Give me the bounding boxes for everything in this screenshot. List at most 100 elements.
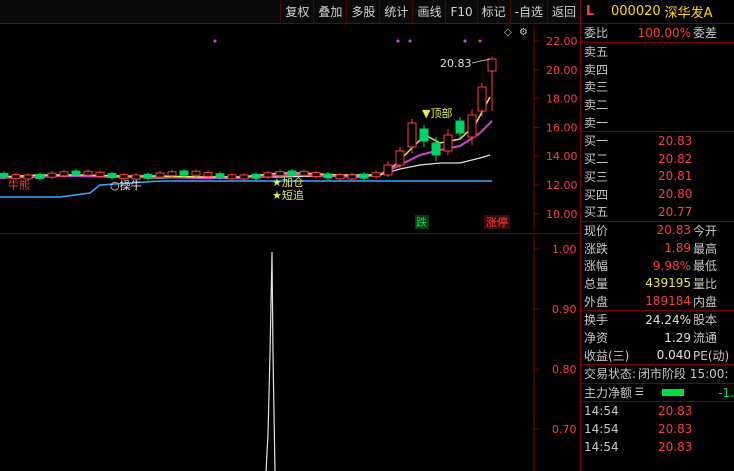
stock-header: L 000020 深华发A (581, 0, 734, 24)
buy-level-price: 20.82 (658, 151, 693, 166)
buy-level-label: 买五 (584, 205, 609, 220)
indicator-spike (265, 251, 276, 471)
toolbar-button[interactable]: -自选 (509, 0, 547, 23)
stock-flag: L (585, 4, 595, 19)
quote-row: 外盘 189184 内盘 (581, 292, 734, 310)
candle-body (395, 150, 405, 166)
sell-level-label: 卖二 (584, 98, 609, 113)
sell-level-row[interactable]: 卖三 (581, 78, 734, 96)
candle-body (35, 173, 45, 179)
quote-label-right: 今开 (693, 223, 718, 238)
sell-level-label: 卖一 (584, 115, 609, 130)
buy-level-row[interactable]: 买五 20.77 (581, 203, 734, 221)
candle-body (143, 173, 153, 179)
toolbar-button[interactable]: 多股 (346, 0, 379, 23)
quote-stats: 现价 20.83 今开 涨跌 1.89 最高 涨幅 9.98% 最低 总量 43919… (581, 222, 734, 310)
trade-status-value: 闭市阶段 15:00: (638, 367, 729, 382)
candle-body (467, 114, 477, 138)
fund-bar (661, 389, 684, 397)
buy-level-row[interactable]: 买二 20.82 (581, 150, 734, 168)
quote-value: 9.98% (652, 258, 691, 273)
quote-label-right: 量比 (693, 276, 718, 291)
order-ratio-row: 委比 100.00% 委差 (581, 24, 734, 42)
stat-value: 1.29 (664, 330, 691, 345)
buy-level-row[interactable]: 买三 20.81 (581, 168, 734, 186)
stat-value: 0.040 (656, 348, 691, 363)
toolbar-button[interactable]: 画线 (412, 0, 445, 23)
diamond-icon[interactable]: ◇ (504, 27, 512, 38)
indicator-tick-label: 0.90 (552, 303, 577, 316)
stat-label: 净资 (584, 331, 609, 346)
tick-time: 14:54 (584, 404, 619, 419)
stat-label: 换手 (584, 313, 609, 328)
quote-label: 涨跌 (584, 241, 609, 256)
quote-value: 20.83 (656, 223, 691, 238)
buy-level-label: 买一 (584, 134, 609, 149)
stat-label: 收益(三) (584, 348, 630, 363)
ratio-diff-label: 委差 (693, 26, 718, 41)
candle-body (347, 174, 357, 180)
buy-level-price: 20.81 (658, 169, 693, 184)
candle-body (419, 128, 429, 142)
quote-label-right: 最高 (693, 241, 718, 256)
indicator-chart-svg: 1.00 0.90 0.80 0.70 (265, 234, 577, 471)
settings-icon[interactable]: ⚙ (519, 27, 528, 38)
candle-body (95, 171, 105, 177)
quote-label: 外盘 (584, 294, 609, 309)
candle-body (383, 164, 393, 176)
stat-label-right: 股本 (693, 313, 718, 328)
sell-level-row[interactable]: 卖四 (581, 60, 734, 78)
stat-row: 收益(三) 0.040 PE(动) (581, 346, 734, 364)
indicator-axis: 1.00 0.90 0.80 0.70 (534, 243, 577, 436)
candle-body (311, 171, 321, 177)
candle-body (431, 142, 441, 156)
candle-body (371, 172, 381, 178)
toolbar-button[interactable]: 叠加 (313, 0, 346, 23)
quote-label: 总量 (584, 276, 609, 291)
candle-body (407, 122, 417, 148)
toolbar-button[interactable]: 返回 (546, 0, 580, 23)
quote-value: 439195 (645, 276, 691, 291)
candle-body (83, 170, 93, 176)
tick-time: 14:54 (584, 421, 619, 436)
candle-body (167, 171, 177, 177)
candle-body (299, 170, 309, 176)
price-tick-label: 12.00 (546, 179, 578, 192)
toolbar-button[interactable]: 标记 (476, 0, 510, 23)
quote-row: 现价 20.83 今开 (581, 222, 734, 240)
candle-body (59, 171, 69, 177)
indicator-chart[interactable]: 1.00 0.90 0.80 0.70 (0, 233, 580, 471)
price-tick-label: 14.00 (546, 150, 578, 163)
quote-row: 总量 439195 量比 (581, 275, 734, 293)
sell-level-row[interactable]: 卖五 (581, 43, 734, 61)
quote-row: 涨跌 1.89 最高 (581, 239, 734, 257)
ratio-value: 100.00% (637, 25, 691, 40)
buy-level-price: 20.83 (658, 133, 693, 148)
quote-row: 涨幅 9.98% 最低 (581, 257, 734, 275)
stat-label-right: PE(动) (693, 348, 730, 363)
toolbar-button[interactable]: F10 (445, 0, 476, 23)
toolbar-button[interactable]: 统计 (379, 0, 412, 23)
candle-body (477, 86, 487, 112)
candle-body (191, 170, 201, 176)
ma-line-purple (0, 120, 493, 179)
stock-name[interactable]: 深华发A (665, 2, 713, 21)
bull-bear-label: 牛熊 (8, 178, 30, 192)
buy-levels: 买一 20.83 买二 20.82 买三 20.81 买四 20.80 买五 20.77 (581, 132, 734, 220)
price-tick-label: 18.00 (546, 93, 578, 106)
buy-level-row[interactable]: 买四 20.80 (581, 185, 734, 203)
buy-level-row[interactable]: 买一 20.83 (581, 132, 734, 150)
tick-price: 20.83 (658, 421, 693, 436)
fall-tag: 跌 (416, 215, 427, 229)
quote-value: 1.89 (664, 241, 691, 256)
candle-body (443, 134, 453, 152)
price-chart[interactable]: 20.83 ▼顶部 牛熊 ○操牛 ★加仓 ★短追 跌 涨停 22.00 20.00… (0, 25, 580, 231)
sell-levels: 卖五 卖四 卖三卖二卖一 (581, 43, 734, 131)
sell-level-row[interactable]: 卖一 (581, 113, 734, 131)
stock-code[interactable]: 000020 (611, 4, 661, 19)
main-fund-row: 主力净额 ☰ -1. (581, 384, 734, 402)
price-tick-label: 20.00 (546, 64, 578, 77)
list-icon[interactable]: ☰ (635, 387, 644, 398)
toolbar-button[interactable]: 复权 (280, 0, 313, 23)
sell-level-row[interactable]: 卖二 (581, 96, 734, 114)
